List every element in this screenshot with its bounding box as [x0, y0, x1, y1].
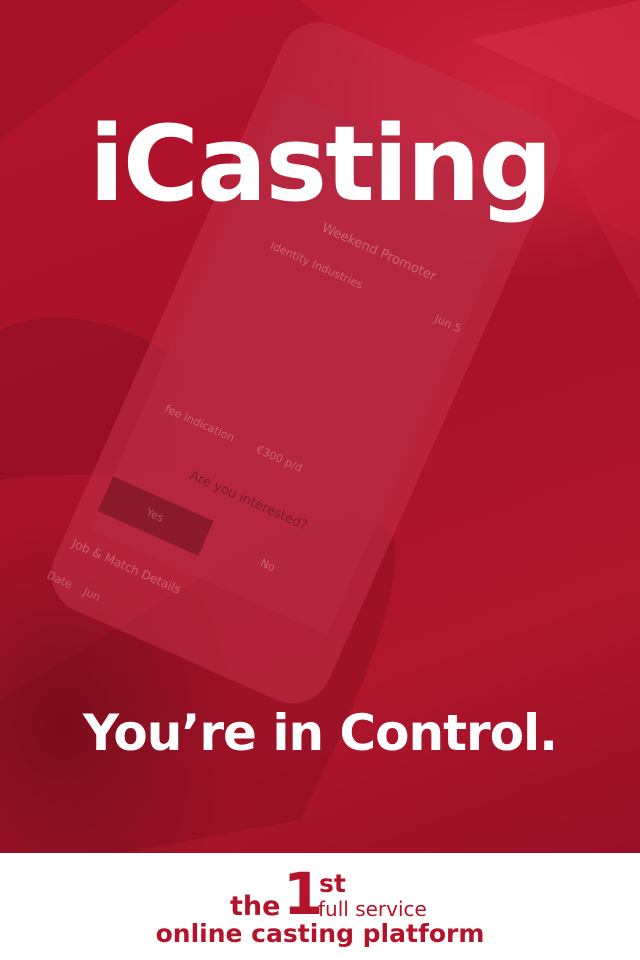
app-logo: iCasting: [89, 103, 553, 225]
slogan-line-2: online casting platform: [155, 919, 485, 948]
phone-date-value: Jun: [81, 584, 103, 604]
slogan-the: the: [230, 891, 281, 922]
slogan-line-1: the 1 st full service: [0, 863, 640, 923]
footer-banner: the 1 st full service online casting pla…: [0, 853, 640, 960]
hero-banner: Weekend Promoter Identity Industries Jun…: [0, 0, 640, 853]
phone-no-label: No: [258, 556, 278, 575]
slogan-full-service: full service: [318, 897, 427, 921]
slogan-ordinal-suffix: st: [319, 869, 346, 898]
phone-fee-label: fee indication: [162, 402, 237, 445]
tagline: You’re in Control.: [82, 704, 558, 762]
footer-slogan: the 1 st full service online casting pla…: [0, 863, 640, 946]
phone-fee-value: €300 p/d: [254, 442, 305, 475]
phone-row-value: Jun 5: [432, 312, 464, 336]
